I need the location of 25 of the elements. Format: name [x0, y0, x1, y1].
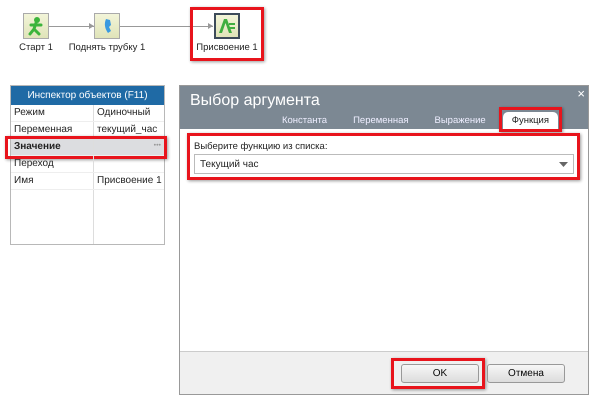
property-value[interactable]: Одиночный	[94, 105, 154, 120]
running-figure-icon	[27, 16, 45, 36]
node-label: Старт 1	[19, 42, 53, 53]
dropdown-arrow-icon	[559, 162, 568, 166]
cancel-button[interactable]: Отмена	[487, 364, 565, 382]
ok-button[interactable]: OK	[401, 364, 479, 382]
assign-icon	[217, 17, 237, 35]
property-name[interactable]: Значение	[11, 139, 94, 155]
property-name[interactable]: Имя	[11, 173, 94, 189]
property-name[interactable]: Переход	[11, 156, 94, 172]
node-label: Присвоение 1	[196, 42, 258, 53]
function-dropdown[interactable]: Текущий час	[194, 154, 574, 174]
field-label: Выберите функцию из списка:	[194, 141, 328, 152]
close-button[interactable]: ×	[577, 86, 585, 101]
property-value[interactable]: Присвоение 1	[94, 173, 165, 188]
node-block[interactable]	[214, 13, 240, 39]
node-block[interactable]	[23, 13, 49, 39]
panel-title: Инспектор объектов (F11)	[11, 86, 164, 105]
dialog-title: Выбор аргумента	[190, 92, 320, 110]
property-value[interactable]: текущий_час	[94, 122, 160, 137]
tab[interactable]: Функция	[502, 112, 558, 129]
property-name[interactable]: Режим	[11, 105, 94, 121]
node-block[interactable]	[94, 13, 120, 39]
node-label: Поднять трубку 1	[68, 42, 146, 53]
property-name[interactable]: Переменная	[11, 122, 94, 138]
